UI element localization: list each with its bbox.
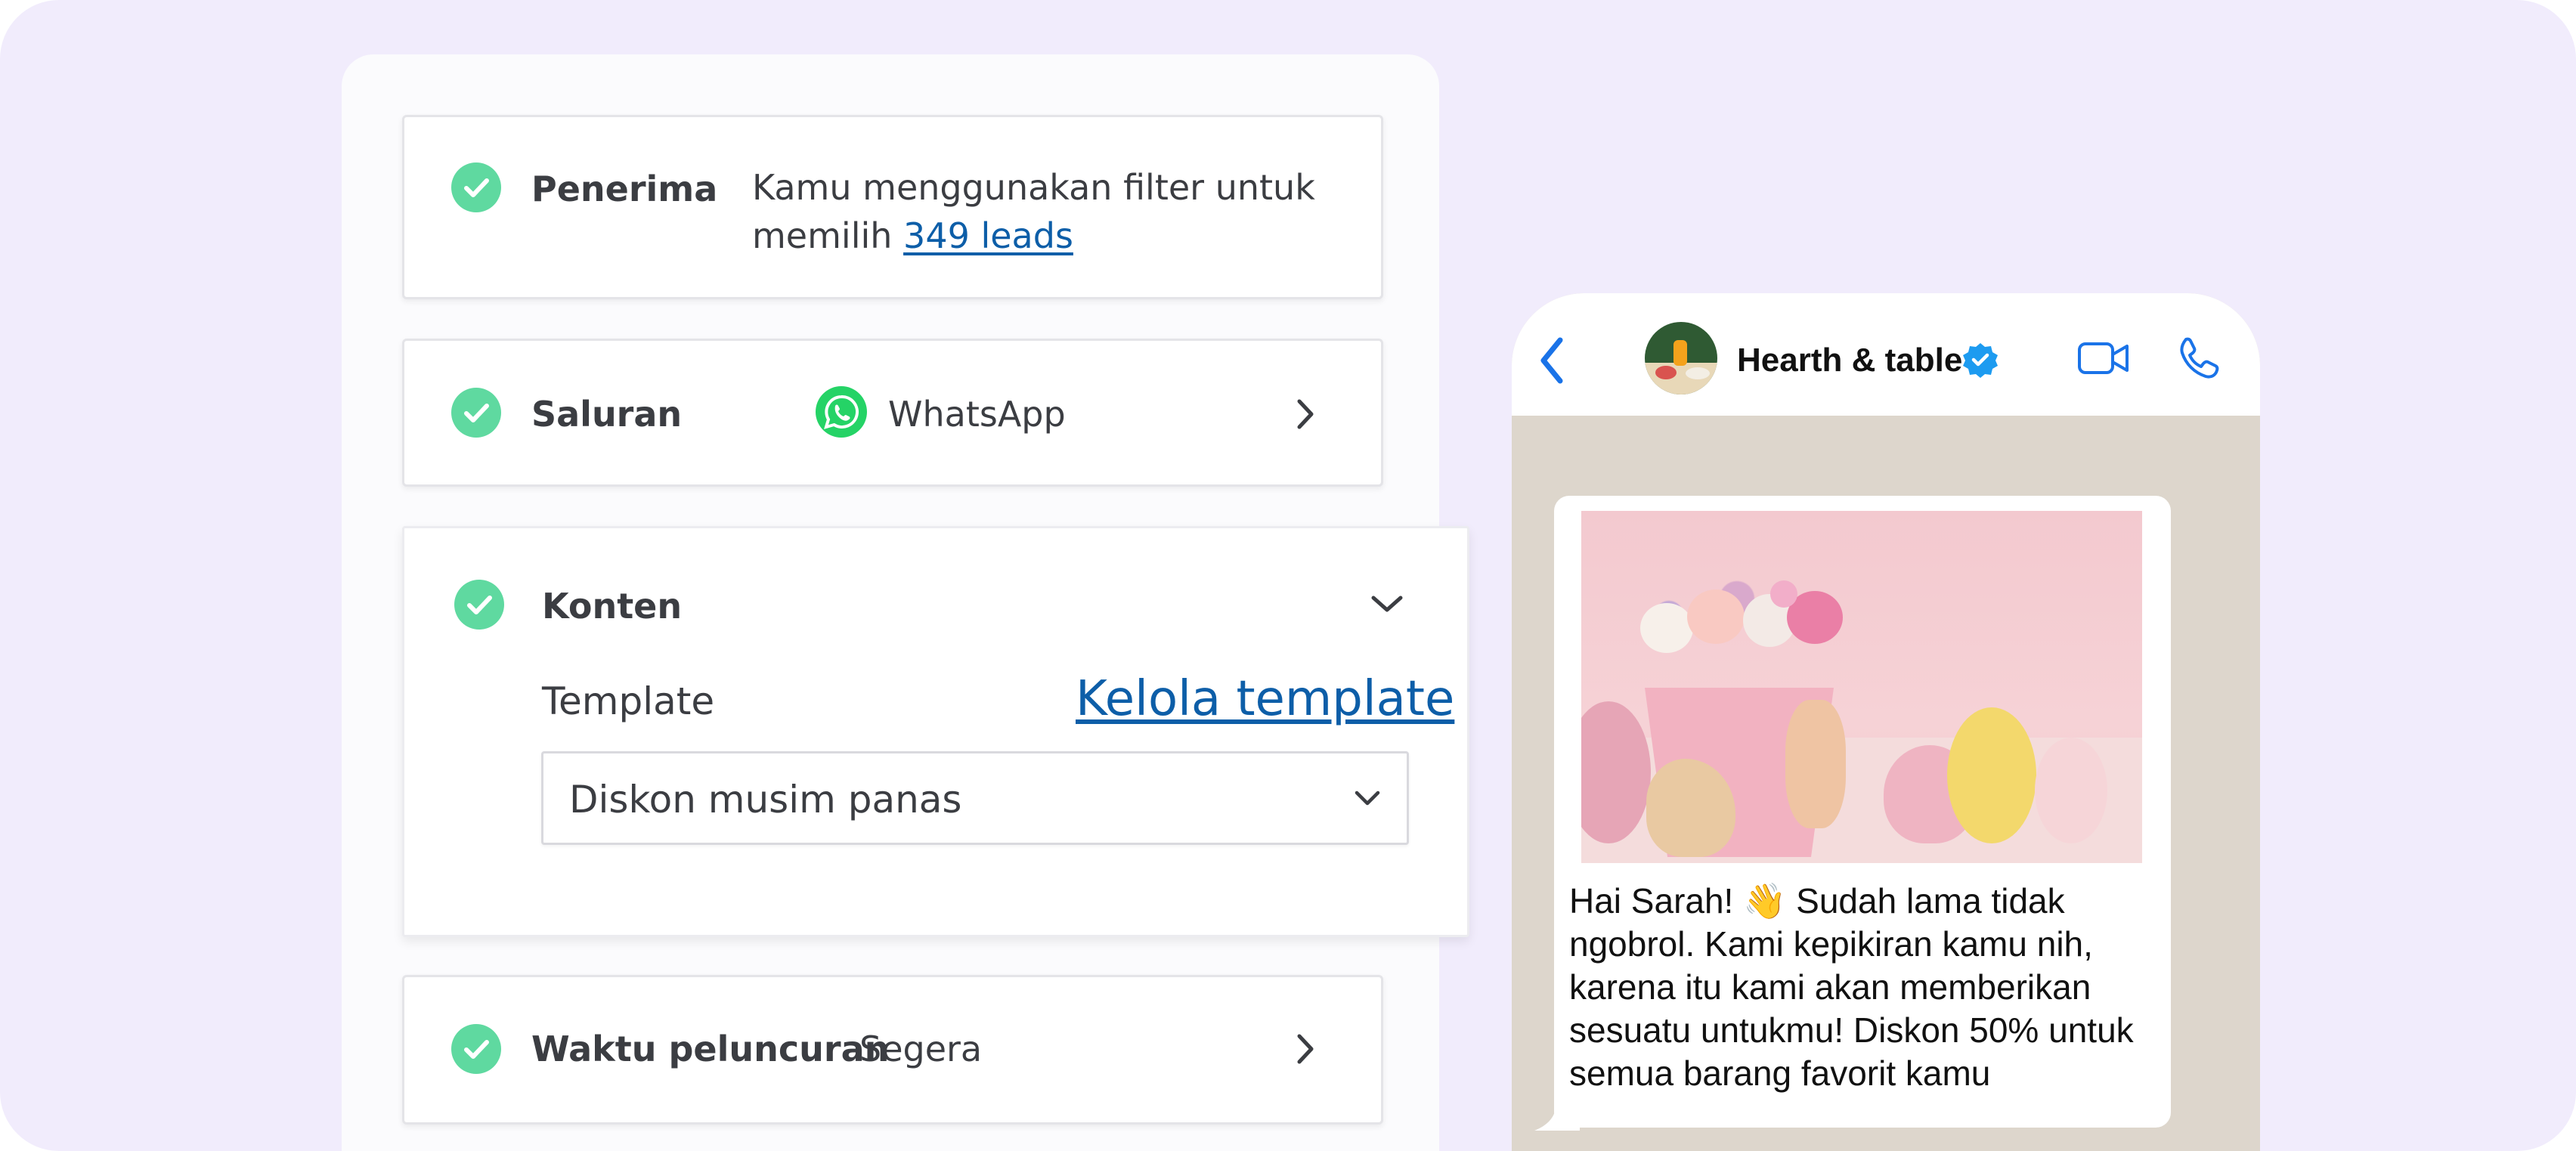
chevron-right-icon[interactable] — [1293, 397, 1317, 432]
leads-link[interactable]: 349 leads — [903, 215, 1073, 256]
contact-name: Hearth & table — [1737, 342, 1963, 379]
recipients-description-line2: memilih 349 leads — [752, 218, 1073, 253]
launch-time-label: Waktu peluncuran — [531, 1029, 890, 1069]
launch-time-value: Segera — [859, 1029, 983, 1069]
chevron-down-icon — [1355, 791, 1380, 806]
template-select[interactable]: Diskon musim panas — [541, 751, 1409, 845]
recipients-card[interactable]: Penerima Kamu menggunakan filter untuk m… — [402, 115, 1383, 299]
template-label: Template — [542, 679, 715, 723]
phone-call-icon[interactable] — [2175, 336, 2221, 381]
back-chevron-icon[interactable] — [1537, 336, 1568, 385]
channel-value: WhatsApp — [888, 394, 1066, 435]
recipients-description-text: memilih — [752, 215, 904, 256]
avatar[interactable] — [1645, 322, 1717, 394]
recipients-label: Penerima — [531, 169, 718, 209]
chevron-up-icon[interactable] — [1369, 592, 1405, 614]
content-label: Konten — [542, 586, 683, 627]
manage-template-link[interactable]: Kelola template — [1076, 675, 1454, 723]
check-icon — [451, 388, 501, 438]
channel-card[interactable]: Saluran WhatsApp — [402, 339, 1383, 487]
template-select-value: Diskon musim panas — [569, 778, 962, 821]
check-icon — [454, 580, 504, 630]
content-card: Konten Template Kelola template — [402, 526, 1469, 937]
message-text: Hai Sarah! 👋 Sudah lama tidak ngobrol. K… — [1569, 881, 2134, 1093]
check-icon — [451, 1024, 501, 1074]
easter-cookies-photo — [1581, 511, 2142, 863]
whatsapp-chat-preview: Hearth & table Hai Sarah! 👋 Sudah lama t… — [1512, 293, 2260, 1151]
chat-header: Hearth & table — [1512, 293, 2260, 416]
chevron-right-icon[interactable] — [1293, 1032, 1317, 1066]
check-icon — [451, 162, 501, 212]
recipients-description-line1: Kamu menggunakan filter untuk — [752, 167, 1315, 208]
channel-label: Saluran — [531, 394, 683, 435]
canvas-background: Penerima Kamu menggunakan filter untuk m… — [0, 0, 2576, 1151]
whatsapp-icon — [816, 386, 867, 438]
message-bubble: Hai Sarah! 👋 Sudah lama tidak ngobrol. K… — [1554, 496, 2171, 1128]
verified-badge-icon — [1963, 343, 1998, 378]
video-call-icon[interactable] — [2077, 340, 2130, 376]
launch-time-card[interactable]: Waktu peluncuran Segera — [402, 975, 1383, 1125]
